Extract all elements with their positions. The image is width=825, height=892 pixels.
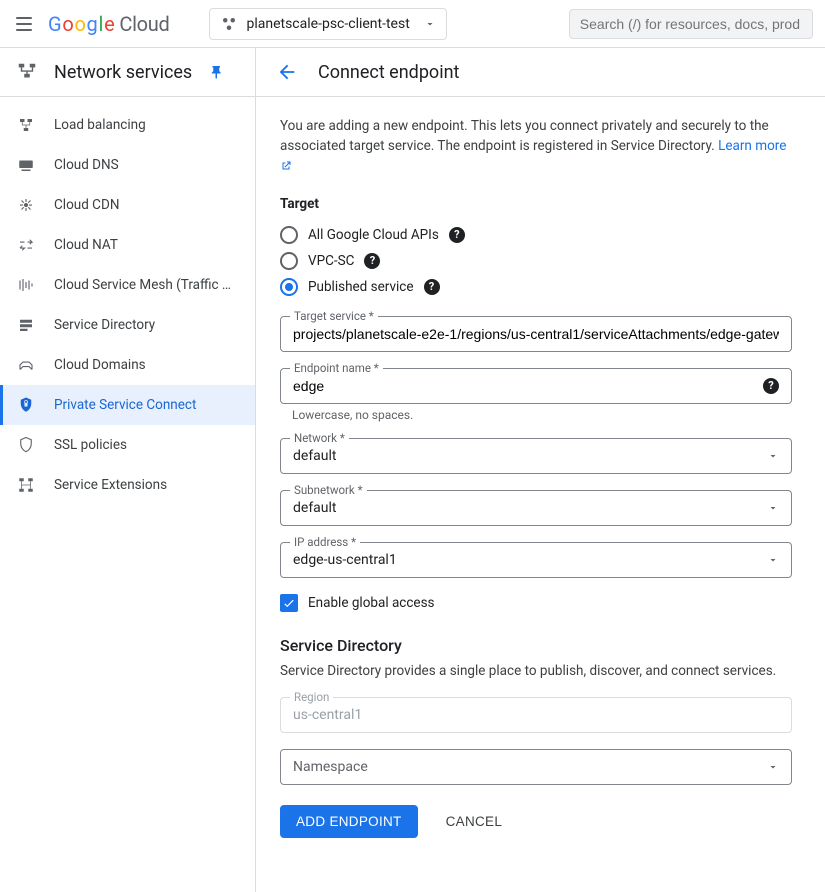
namespace-select[interactable]: Namespace [280,749,792,785]
cloud-nat-icon [16,235,36,255]
nav-list: Load balancing Cloud DNS Cloud CDN Cloud… [0,97,255,513]
nav-service-extensions[interactable]: Service Extensions [0,465,255,505]
nav-load-balancing[interactable]: Load balancing [0,105,255,145]
main-content: Connect endpoint You are adding a new en… [256,48,825,892]
help-icon[interactable]: ? [424,279,440,295]
sidebar-header: Network services [0,48,255,97]
caret-down-icon [424,18,436,30]
radio-vpc-sc[interactable]: VPC-SC? [280,248,792,274]
page-title: Connect endpoint [318,62,459,83]
caret-down-icon [767,502,779,514]
topbar: Google Cloud planetscale-psc-client-test [0,0,825,48]
nav-ssl-policies[interactable]: SSL policies [0,425,255,465]
global-access-checkbox[interactable]: Enable global access [280,594,792,612]
nav-service-directory[interactable]: Service Directory [0,305,255,345]
radio-published-service[interactable]: Published service? [280,274,792,300]
search-input[interactable] [580,16,802,32]
search-box[interactable] [569,9,813,39]
nav-service-mesh[interactable]: Cloud Service Mesh (Traffic … [0,265,255,305]
add-endpoint-button[interactable]: ADD ENDPOINT [280,805,418,838]
project-picker[interactable]: planetscale-psc-client-test [209,8,446,40]
network-select[interactable]: default [280,438,792,474]
sidebar: Network services Load balancing Cloud DN… [0,48,256,892]
cloud-dns-icon [16,155,36,175]
nav-cloud-dns[interactable]: Cloud DNS [0,145,255,185]
radio-icon [280,226,298,244]
target-heading: Target [280,196,792,212]
back-arrow-icon[interactable] [276,61,298,83]
help-icon[interactable]: ? [364,253,380,269]
endpoint-name-helper: Lowercase, no spaces. [280,408,792,422]
project-name: planetscale-psc-client-test [246,16,409,32]
caret-down-icon [767,450,779,462]
ssl-icon [16,435,36,455]
subnetwork-field: Subnetwork * default [280,490,792,526]
menu-icon[interactable] [12,12,36,36]
service-ext-icon [16,475,36,495]
sidebar-title: Network services [54,62,192,83]
radio-icon [280,252,298,270]
service-mesh-icon [16,275,36,295]
radio-icon [280,278,298,296]
service-directory-icon [16,315,36,335]
nav-private-service-connect[interactable]: Private Service Connect [0,385,255,425]
caret-down-icon [767,761,779,773]
help-icon[interactable]: ? [763,378,779,394]
psc-icon [16,395,36,415]
nav-cloud-nat[interactable]: Cloud NAT [0,225,255,265]
target-radiogroup: All Google Cloud APIs? VPC-SC? Published… [280,222,792,300]
checkbox-icon [280,594,298,612]
endpoint-name-field: Endpoint name * ? Lowercase, no spaces. [280,368,792,422]
caret-down-icon [767,554,779,566]
radio-all-apis[interactable]: All Google Cloud APIs? [280,222,792,248]
external-link-icon [280,160,292,172]
nav-cloud-cdn[interactable]: Cloud CDN [0,185,255,225]
network-services-icon [16,61,38,83]
help-icon[interactable]: ? [449,227,465,243]
page-description: You are adding a new endpoint. This lets… [280,117,792,176]
main-header: Connect endpoint [256,48,825,97]
nav-cloud-domains[interactable]: Cloud Domains [0,345,255,385]
target-service-input[interactable] [293,326,779,342]
load-balancing-icon [16,115,36,135]
region-input: us-central1 [280,697,792,733]
region-field: Region us-central1 [280,697,792,733]
service-directory-desc: Service Directory provides a single plac… [280,663,792,679]
cloud-cdn-icon [16,195,36,215]
namespace-field: Namespace [280,749,792,785]
google-cloud-logo[interactable]: Google Cloud [48,12,169,36]
target-service-field: Target service * [280,316,792,352]
button-row: ADD ENDPOINT CANCEL [280,805,792,838]
project-icon [220,15,238,33]
endpoint-name-input[interactable] [293,378,755,394]
network-field: Network * default [280,438,792,474]
service-directory-title: Service Directory [280,636,792,655]
pin-icon[interactable] [208,63,226,81]
cancel-button[interactable]: CANCEL [446,814,503,829]
cloud-domains-icon [16,355,36,375]
ip-address-field: IP address * edge-us-central1 [280,542,792,578]
